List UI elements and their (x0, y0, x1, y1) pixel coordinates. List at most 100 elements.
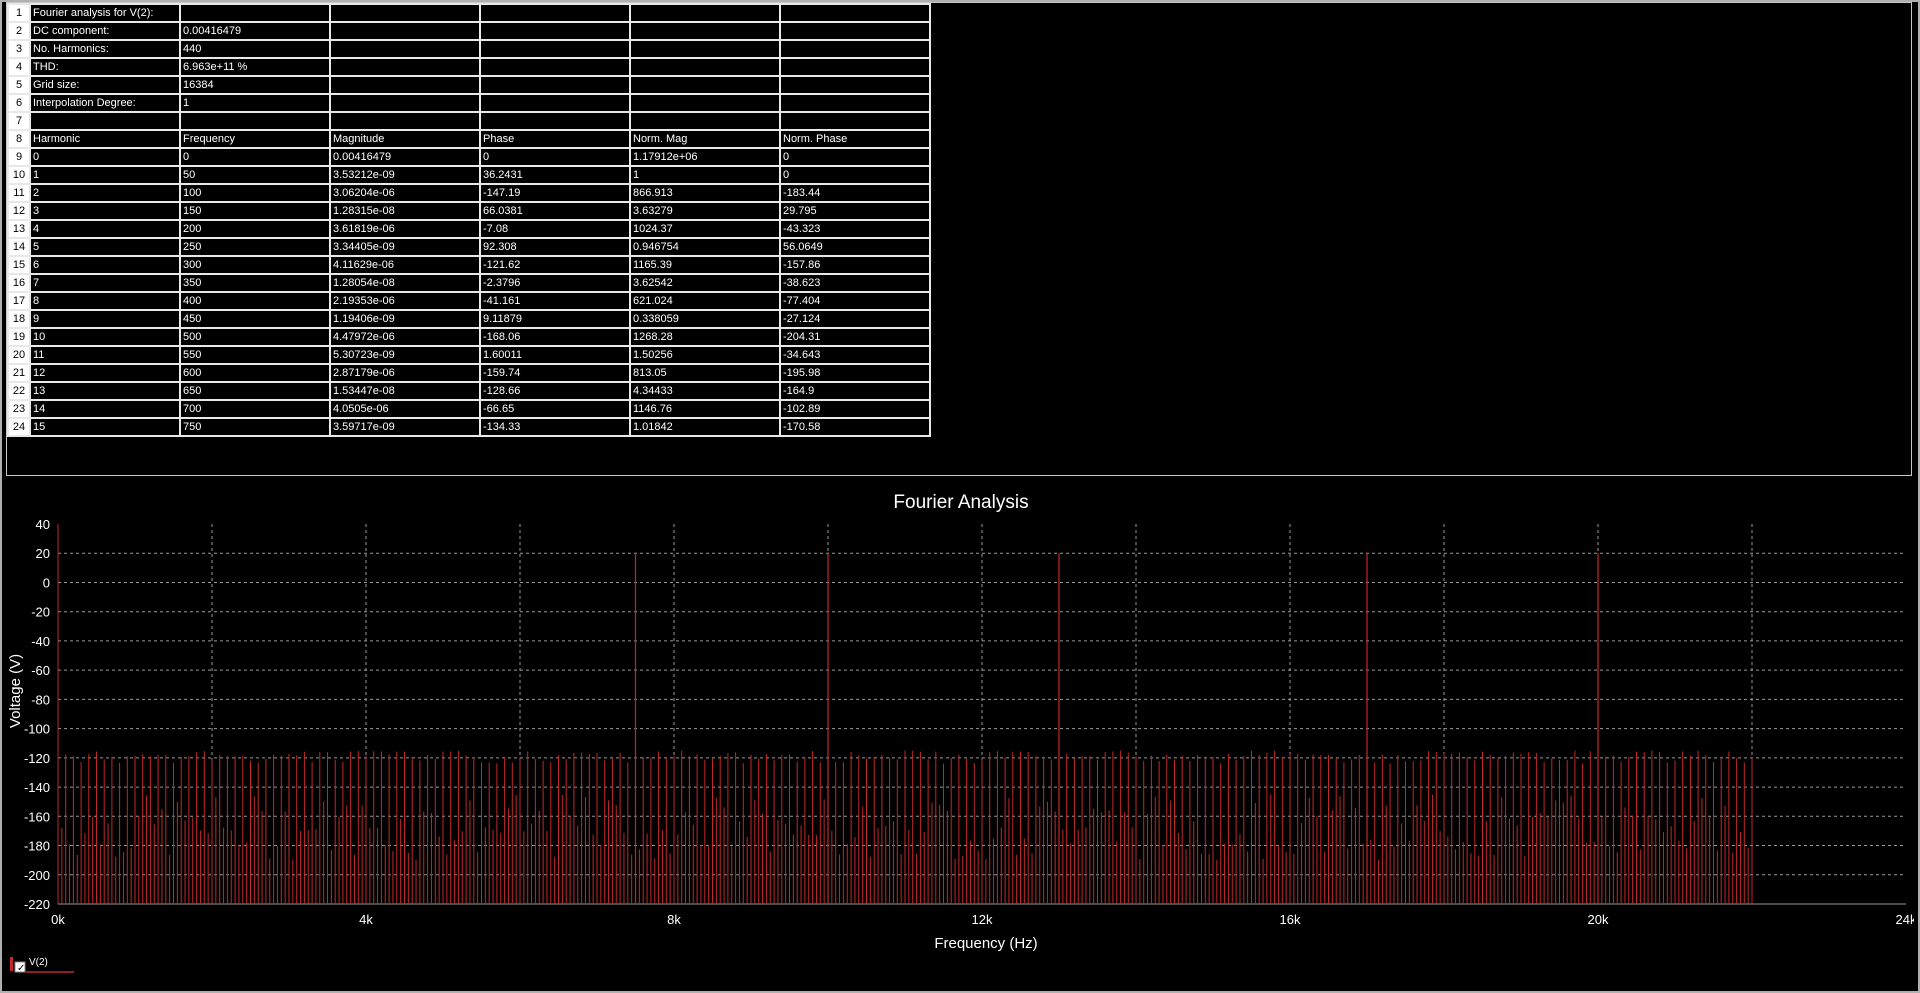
row-number[interactable]: 15 (7, 255, 31, 275)
table-row[interactable]: 1 Fourier analysis for V(2): (7, 3, 931, 23)
row-number[interactable]: 20 (7, 345, 31, 365)
cell-phase[interactable]: -159.74 (479, 363, 631, 383)
cell-norm-mag[interactable]: 1.50256 (629, 345, 781, 365)
row-number[interactable]: 3 (7, 39, 31, 59)
cell-norm-mag[interactable] (629, 57, 781, 77)
cell-magnitude[interactable] (329, 111, 481, 131)
cell-phase[interactable]: 1.60011 (479, 345, 631, 365)
cell-label[interactable]: Interpolation Degree: (29, 93, 181, 113)
cell-norm-phase[interactable]: -102.89 (779, 399, 931, 419)
cell-magnitude[interactable] (329, 57, 481, 77)
cell-frequency[interactable]: 450 (179, 309, 331, 329)
cell-norm-mag[interactable]: 1146.76 (629, 399, 781, 419)
cell-norm-mag[interactable]: 1.17912e+06 (629, 147, 781, 167)
cell-label[interactable]: 6 (29, 255, 181, 275)
cell-norm-phase[interactable] (779, 3, 931, 23)
table-row[interactable]: 11 2 100 3.06204e-06 -147.19 866.913 -183.44 (7, 183, 931, 203)
row-number[interactable]: 17 (7, 291, 31, 311)
cell-norm-mag[interactable] (629, 21, 781, 41)
cell-label[interactable]: 9 (29, 309, 181, 329)
table-row[interactable]: 20 11 550 5.30723e-09 1.60011 1.50256 -34.643 (7, 345, 931, 365)
cell-frequency[interactable]: 600 (179, 363, 331, 383)
cell-frequency[interactable]: Frequency (179, 129, 331, 149)
cell-magnitude[interactable]: 0.00416479 (329, 147, 481, 167)
cell-norm-phase[interactable] (779, 75, 931, 95)
cell-magnitude[interactable]: 1.53447e-08 (329, 381, 481, 401)
cell-norm-phase[interactable] (779, 111, 931, 131)
cell-phase[interactable] (479, 21, 631, 41)
cell-label[interactable]: 7 (29, 273, 181, 293)
cell-norm-mag[interactable]: 1.01842 (629, 417, 781, 437)
row-number[interactable]: 7 (7, 111, 31, 131)
cell-phase[interactable] (479, 75, 631, 95)
cell-label[interactable]: 3 (29, 201, 181, 221)
cell-norm-phase[interactable]: Norm. Phase (779, 129, 931, 149)
cell-magnitude[interactable]: 3.53212e-09 (329, 165, 481, 185)
row-number[interactable]: 24 (7, 417, 31, 437)
cell-norm-phase[interactable]: -183.44 (779, 183, 931, 203)
cell-norm-phase[interactable]: -27.124 (779, 309, 931, 329)
cell-frequency[interactable]: 6.963e+11 % (179, 57, 331, 77)
cell-norm-mag[interactable]: 813.05 (629, 363, 781, 383)
cell-magnitude[interactable]: 5.30723e-09 (329, 345, 481, 365)
cell-norm-phase[interactable]: -164.9 (779, 381, 931, 401)
row-number[interactable]: 19 (7, 327, 31, 347)
cell-magnitude[interactable] (329, 75, 481, 95)
table-row[interactable]: 3 No. Harmonics: 440 (7, 39, 931, 59)
cell-norm-phase[interactable] (779, 93, 931, 113)
table-row[interactable]: 9 0 0 0.00416479 0 1.17912e+06 0 (7, 147, 931, 167)
row-number[interactable]: 11 (7, 183, 31, 203)
table-row[interactable]: 21 12 600 2.87179e-06 -159.74 813.05 -195.98 (7, 363, 931, 383)
cell-magnitude[interactable]: Magnitude (329, 129, 481, 149)
table-row[interactable]: 18 9 450 1.19406e-09 9.11879 0.338059 -27.124 (7, 309, 931, 329)
cell-label[interactable]: 11 (29, 345, 181, 365)
cell-norm-phase[interactable]: -77.404 (779, 291, 931, 311)
table-row[interactable]: 10 1 50 3.53212e-09 36.2431 1 0 (7, 165, 931, 185)
cell-label[interactable]: DC component: (29, 21, 181, 41)
cell-frequency[interactable]: 200 (179, 219, 331, 239)
row-number[interactable]: 14 (7, 237, 31, 257)
cell-phase[interactable]: -128.66 (479, 381, 631, 401)
cell-norm-mag[interactable] (629, 3, 781, 23)
cell-phase[interactable]: -41.161 (479, 291, 631, 311)
cell-norm-phase[interactable]: -157.86 (779, 255, 931, 275)
cell-phase[interactable]: 0 (479, 147, 631, 167)
cell-label[interactable]: Fourier analysis for V(2): (29, 3, 181, 23)
table-row[interactable]: 17 8 400 2.19353e-06 -41.161 621.024 -77.404 (7, 291, 931, 311)
cell-norm-mag[interactable] (629, 111, 781, 131)
cell-phase[interactable] (479, 39, 631, 59)
cell-phase[interactable]: -66.65 (479, 399, 631, 419)
legend[interactable]: ✓ V(2) (10, 955, 80, 975)
cell-phase[interactable]: -147.19 (479, 183, 631, 203)
cell-magnitude[interactable]: 4.0505e-06 (329, 399, 481, 419)
cell-magnitude[interactable]: 3.06204e-06 (329, 183, 481, 203)
cell-norm-phase[interactable]: 0 (779, 147, 931, 167)
cell-norm-phase[interactable]: -38.623 (779, 273, 931, 293)
row-number[interactable]: 21 (7, 363, 31, 383)
cell-frequency[interactable]: 550 (179, 345, 331, 365)
row-number[interactable]: 18 (7, 309, 31, 329)
table-row[interactable]: 15 6 300 4.11629e-06 -121.62 1165.39 -157.86 (7, 255, 931, 275)
cell-label[interactable] (29, 111, 181, 131)
row-number[interactable]: 4 (7, 57, 31, 77)
cell-norm-phase[interactable]: -204.31 (779, 327, 931, 347)
cell-magnitude[interactable]: 3.59717e-09 (329, 417, 481, 437)
cell-magnitude[interactable]: 2.87179e-06 (329, 363, 481, 383)
cell-norm-mag[interactable]: 1268.28 (629, 327, 781, 347)
cell-norm-mag[interactable]: 621.024 (629, 291, 781, 311)
cell-magnitude[interactable]: 1.28054e-08 (329, 273, 481, 293)
row-number[interactable]: 13 (7, 219, 31, 239)
row-number[interactable]: 6 (7, 93, 31, 113)
cell-frequency[interactable]: 0 (179, 147, 331, 167)
cell-phase[interactable] (479, 93, 631, 113)
cell-frequency[interactable]: 650 (179, 381, 331, 401)
cell-magnitude[interactable] (329, 21, 481, 41)
cell-norm-phase[interactable]: 56.0649 (779, 237, 931, 257)
cell-phase[interactable]: 9.11879 (479, 309, 631, 329)
cell-label[interactable]: 14 (29, 399, 181, 419)
cell-phase[interactable]: -121.62 (479, 255, 631, 275)
row-number[interactable]: 12 (7, 201, 31, 221)
table-row[interactable]: 4 THD: 6.963e+11 % (7, 57, 931, 77)
cell-norm-mag[interactable]: 1 (629, 165, 781, 185)
fourier-chart[interactable]: Fourier Analysis Voltage (V) Frequency (… (6, 478, 1917, 978)
